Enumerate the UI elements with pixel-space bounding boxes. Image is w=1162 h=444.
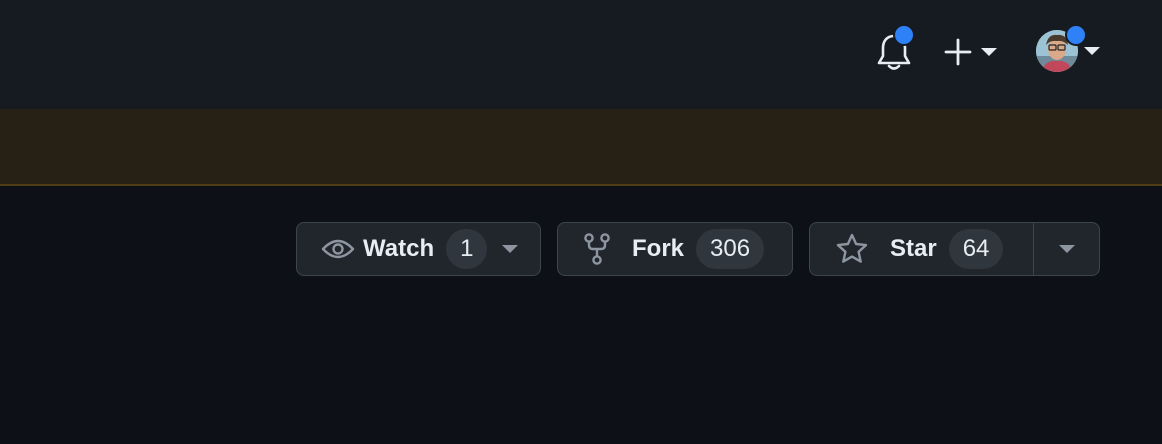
star-label: Star (890, 235, 937, 262)
fork-button-group: Fork 306 (557, 222, 793, 276)
top-navigation-bar (0, 0, 1162, 109)
notifications-button[interactable] (870, 24, 918, 76)
create-new-button[interactable] (944, 30, 1010, 74)
user-menu-button[interactable] (1034, 24, 1104, 76)
triangle-down-icon (1083, 46, 1101, 56)
fork-count: 306 (696, 229, 765, 269)
eye-icon (321, 237, 355, 261)
fork-button[interactable]: Fork 306 (558, 223, 792, 275)
triangle-down-icon (980, 47, 998, 57)
fork-label: Fork (632, 235, 685, 262)
triangle-down-icon (501, 244, 519, 254)
watch-button-group: Watch 1 (296, 222, 541, 276)
status-indicator-dot (1065, 24, 1087, 46)
watch-button[interactable]: Watch 1 (297, 223, 540, 275)
star-list-dropdown-button[interactable] (1034, 223, 1099, 275)
watch-count: 1 (446, 229, 488, 269)
announcement-banner (0, 109, 1162, 186)
repo-forked-icon (584, 233, 610, 265)
triangle-down-icon (1058, 244, 1076, 254)
star-icon (836, 233, 868, 265)
star-count: 64 (948, 229, 1004, 269)
star-button-group: Star 64 (809, 222, 1100, 276)
plus-icon (944, 38, 972, 66)
unread-indicator-dot (893, 24, 915, 46)
watch-label: Watch (363, 235, 435, 262)
star-button[interactable]: Star 64 (810, 223, 1033, 275)
